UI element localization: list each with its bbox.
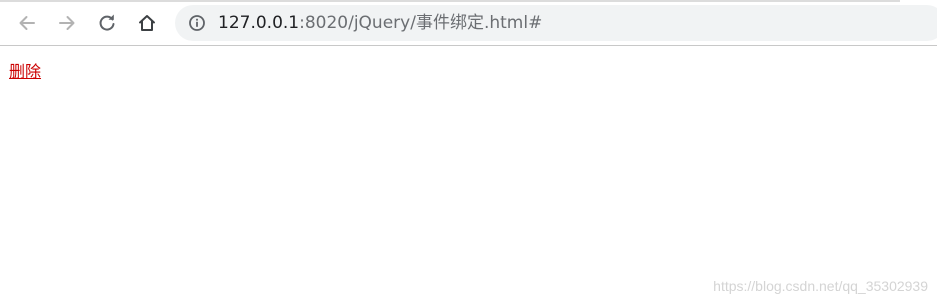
toolbar-top-line — [0, 0, 900, 2]
delete-link[interactable]: 删除 — [9, 62, 41, 82]
home-button[interactable] — [133, 9, 161, 37]
url-path: :8020/jQuery/事件绑定.html# — [299, 13, 543, 33]
reload-icon — [97, 13, 117, 33]
back-button[interactable] — [13, 9, 41, 37]
page-content: 删除 https://blog.csdn.net/qq_35302939 — [0, 47, 937, 301]
browser-toolbar: 127.0.0.1:8020/jQuery/事件绑定.html# — [0, 0, 937, 46]
reload-button[interactable] — [93, 9, 121, 37]
url-text[interactable]: 127.0.0.1:8020/jQuery/事件绑定.html# — [218, 12, 542, 34]
address-bar[interactable]: 127.0.0.1:8020/jQuery/事件绑定.html# — [175, 5, 937, 41]
url-host: 127.0.0.1 — [218, 13, 300, 33]
forward-button[interactable] — [53, 9, 81, 37]
arrow-left-icon — [17, 13, 37, 33]
watermark: https://blog.csdn.net/qq_35302939 — [713, 278, 928, 294]
info-icon[interactable] — [188, 14, 206, 32]
arrow-right-icon — [57, 13, 77, 33]
home-icon — [137, 13, 157, 33]
